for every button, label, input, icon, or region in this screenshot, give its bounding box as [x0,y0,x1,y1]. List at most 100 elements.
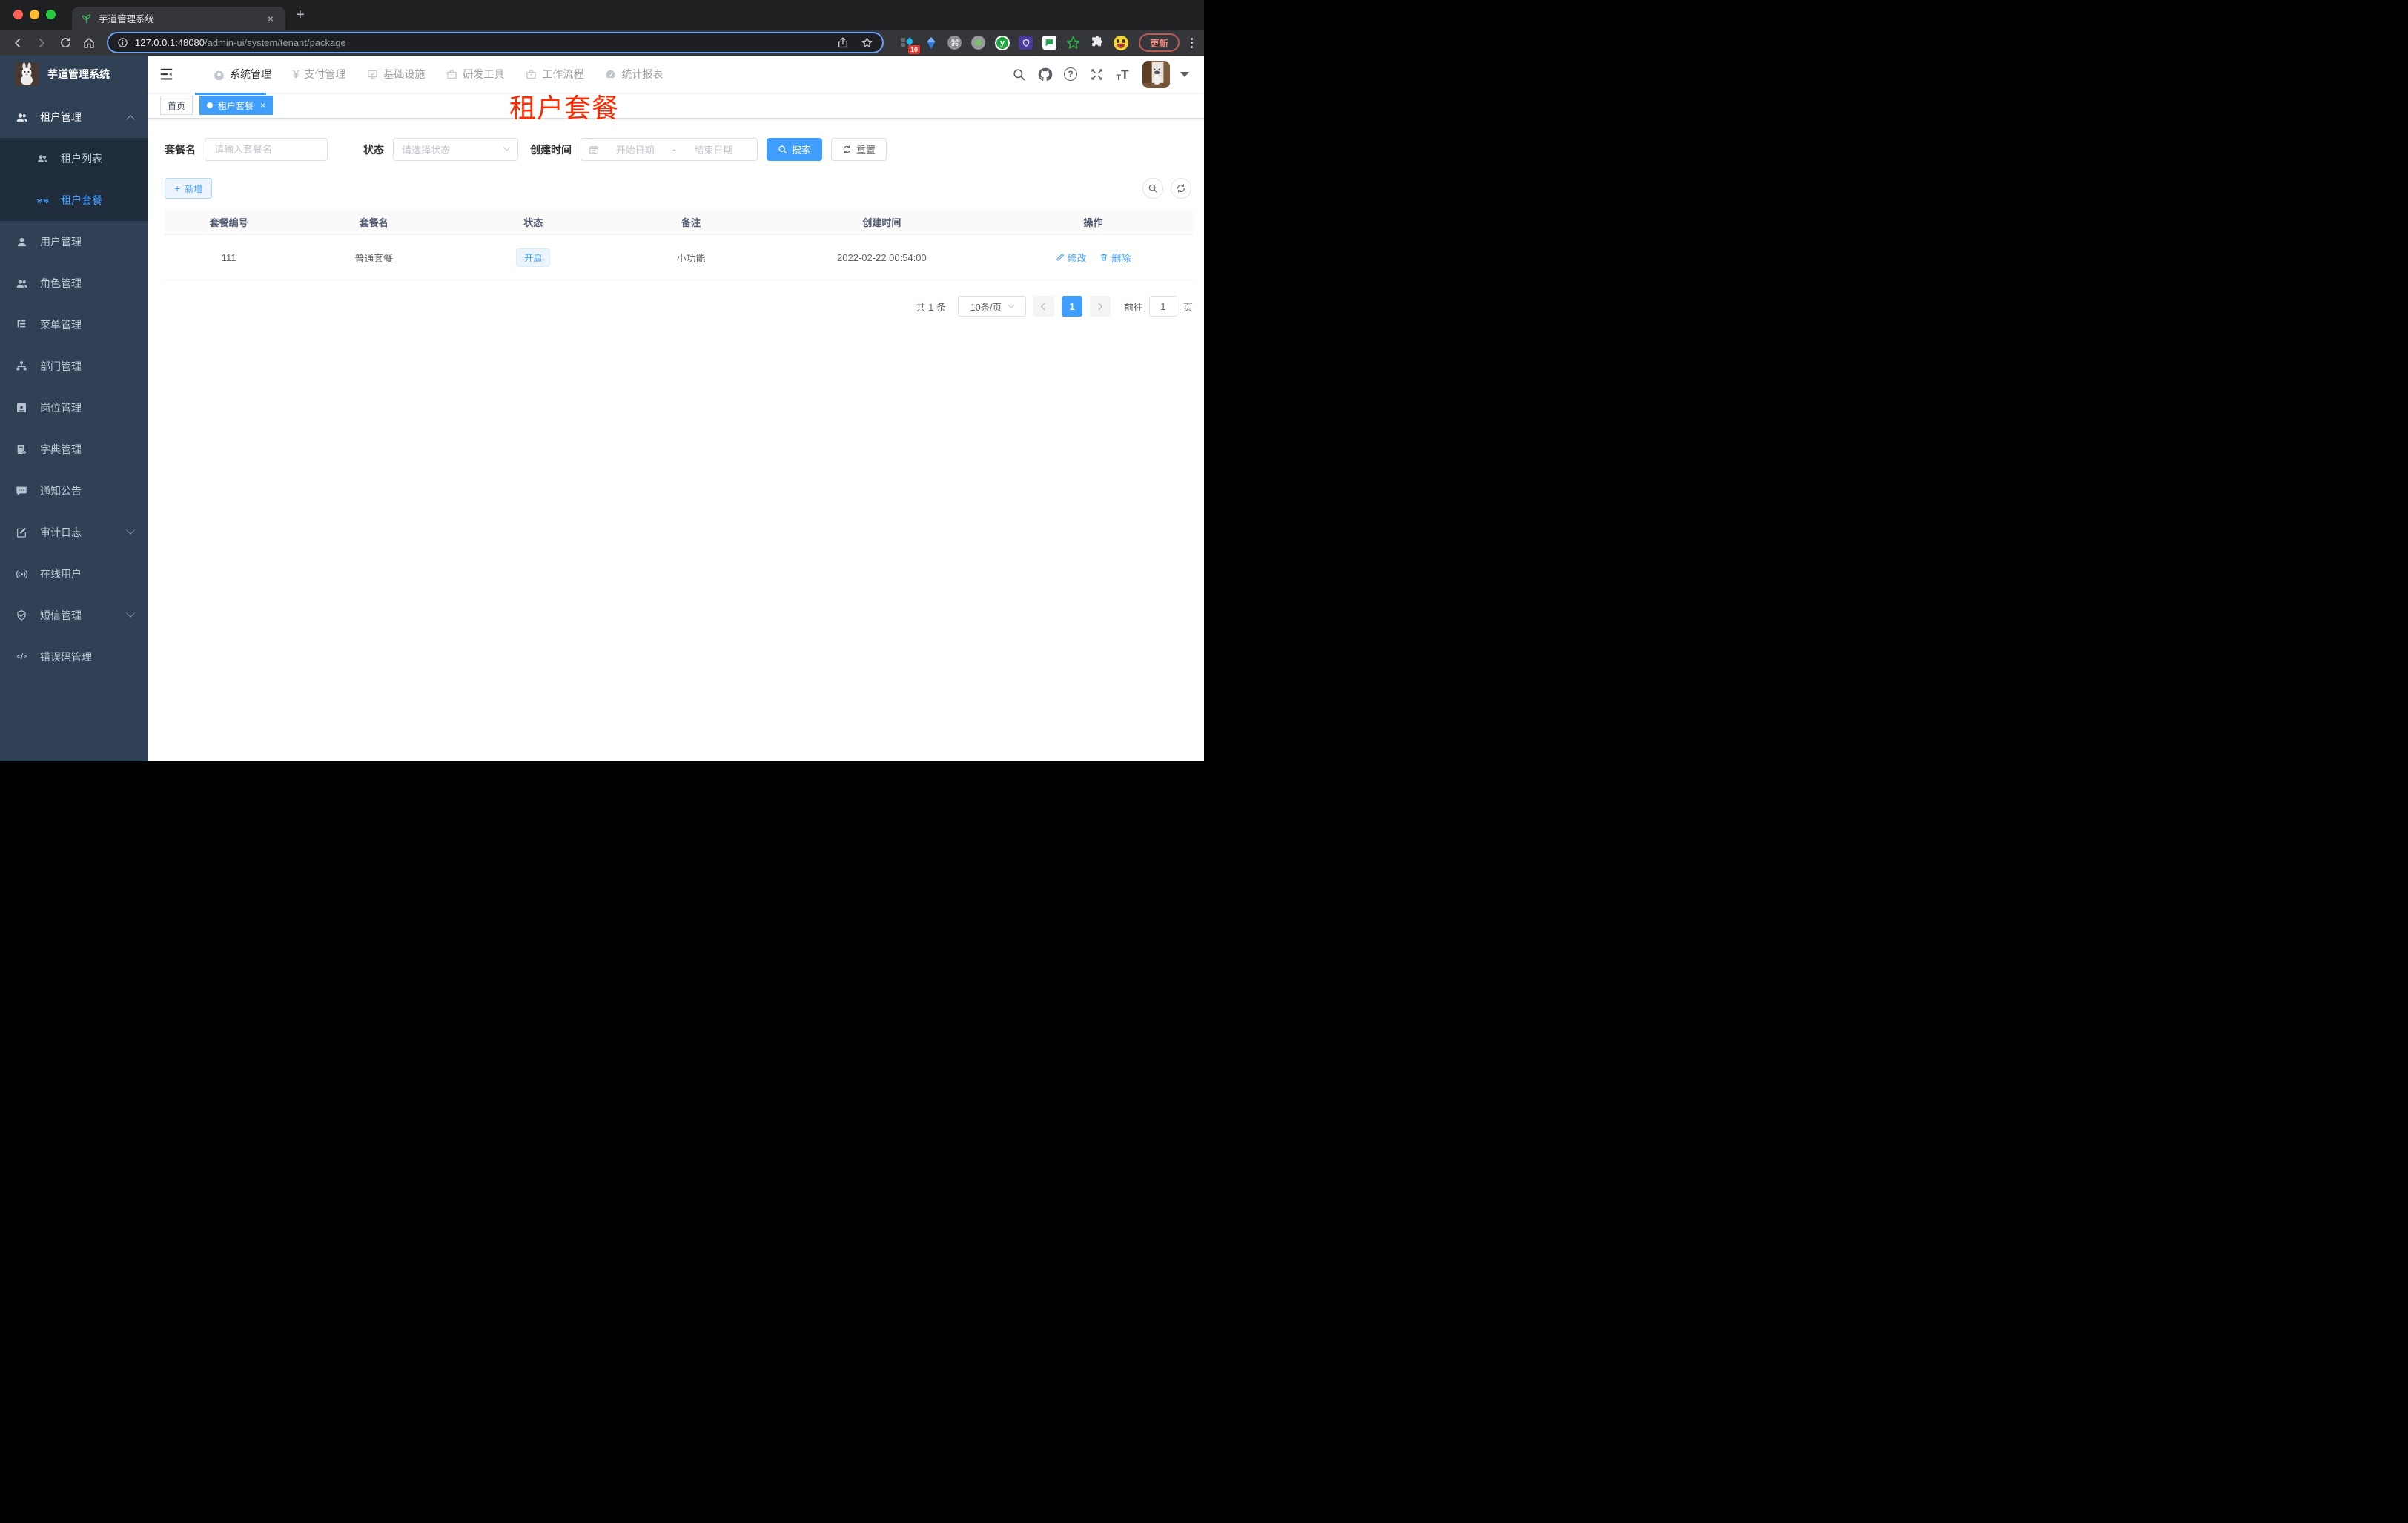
github-icon[interactable] [1036,66,1053,82]
app-title: 芋道管理系统 [47,68,110,80]
status-select[interactable]: 请选择状态 [393,138,518,161]
sidebar-item-user-management[interactable]: 用户管理 [0,221,148,262]
gem-extension-icon[interactable] [924,36,939,50]
col-status: 状态 [523,217,543,228]
current-page-button[interactable]: 1 [1061,296,1082,317]
package-name-input[interactable] [205,138,328,161]
broadcast-icon [15,567,28,581]
avatar-dropdown-caret[interactable] [1180,71,1189,77]
grey-dot-extension-icon[interactable] [971,36,986,50]
main-area: 系统管理 ¥ 支付管理 基础设施 研发工具 工作流程 统计报表 ? T T 首页… [148,56,1204,762]
avatar[interactable] [1142,60,1170,88]
sidebar-item-online-users[interactable]: 在线用户 [0,553,148,595]
page-content: 套餐名 状态 请选择状态 创建时间 [148,119,1204,317]
nav-statistics[interactable]: 统计报表 [605,67,663,82]
sidebar-logo-row[interactable]: 芋道管理系统 [0,56,148,93]
sidebar-item-department-management[interactable]: 部门管理 [0,346,148,387]
sidebar-item-menu-management[interactable]: 菜单管理 [0,304,148,346]
tag-tenant-package[interactable]: 租户套餐 × [199,96,274,115]
nav-payment-management[interactable]: ¥ 支付管理 [293,67,345,82]
purple-shield-extension-icon[interactable] [1019,36,1033,50]
add-button[interactable]: + 新增 [165,178,213,199]
search-icon[interactable] [1010,66,1027,82]
browser-tab[interactable]: 芋道管理系统 × [72,7,285,30]
hide-search-button[interactable] [1142,178,1163,199]
window-controls [13,10,56,19]
reset-button[interactable]: 重置 [831,138,887,161]
org-chart-icon [15,360,28,373]
header-right: ? TT [1001,60,1204,88]
refresh-table-button[interactable] [1171,178,1191,199]
reload-button[interactable] [55,33,76,53]
table-header-row: 套餐编号 套餐名 状态 备注 创建时间 操作 [165,210,1193,235]
new-tab-button[interactable]: + [296,7,305,22]
url-bar[interactable]: 127.0.0.1:48080/admin-ui/system/tenant/p… [107,32,884,53]
nav-dev-tools[interactable]: 研发工具 [446,67,504,82]
emoji-extension-icon[interactable] [1113,35,1128,50]
add-button-label: 新增 [185,183,203,194]
tenant-submenu: 租户列表 租户套餐 [0,138,148,221]
edit-link[interactable]: 修改 [1056,251,1087,265]
sidebar-item-dict-management[interactable]: 字典管理 [0,429,148,470]
prev-page-button[interactable] [1033,296,1054,317]
back-button[interactable] [7,33,28,53]
extensions-cluster: 10 ⌘ y [900,35,1128,54]
bookmark-star-icon[interactable] [861,36,873,49]
users-icon [36,152,49,165]
puzzle-extension-icon[interactable] [1090,36,1105,50]
delete-label: 删除 [1111,252,1131,264]
command-extension-icon[interactable]: ⌘ [947,36,962,50]
nav-label: 研发工具 [463,68,505,80]
nav-system-management[interactable]: 系统管理 [214,67,271,82]
blue-diamond-extension-icon[interactable]: 10 [900,36,920,54]
site-info-icon[interactable] [117,37,128,48]
sidebar-item-sms-management[interactable]: 短信管理 [0,595,148,636]
chevron-down-icon [126,609,135,618]
tag-close-icon[interactable]: × [260,100,265,110]
goto-label: 前往 [1123,301,1143,313]
sidebar-item-error-code[interactable]: </> 错误码管理 [0,636,148,678]
minimize-window-button[interactable] [30,10,39,19]
goto-page-input[interactable] [1148,296,1177,317]
goto-page: 前往 页 [1124,296,1193,317]
tag-label: 首页 [168,100,186,111]
close-window-button[interactable] [13,10,23,19]
tab-close-icon[interactable]: × [265,13,277,24]
share-icon[interactable] [837,36,849,49]
sidebar-item-label: 菜单管理 [40,319,82,331]
sidebar-item-tenant-list[interactable]: 租户列表 [0,138,148,179]
text-size-icon[interactable]: TT [1114,66,1131,82]
green-y-extension-icon[interactable]: y [994,35,1010,50]
sidebar-item-tenant-management[interactable]: 租户管理 [0,96,148,138]
page-unit-label: 页 [1182,301,1193,313]
home-button[interactable] [79,33,99,53]
chrome-menu-icon[interactable] [1187,37,1197,48]
chrome-update-button[interactable]: 更新 [1138,33,1180,52]
nav-infrastructure[interactable]: 基础设施 [367,67,425,82]
sidebar-item-post-management[interactable]: 岗位管理 [0,387,148,429]
sidebar-item-label: 短信管理 [40,609,82,621]
collapse-sidebar-icon[interactable] [148,68,185,81]
zoom-window-button[interactable] [46,10,56,19]
green-star-extension-icon[interactable] [1066,36,1081,50]
delete-link[interactable]: 删除 [1099,251,1131,265]
date-range-picker[interactable]: 开始日期 - 结束日期 [580,138,758,161]
sidebar-item-notice[interactable]: 通知公告 [0,470,148,512]
status-badge: 开启 [516,248,551,267]
nav-workflow[interactable]: 工作流程 [526,67,583,82]
green-chat-extension-icon[interactable] [1042,36,1057,50]
cell-create-time: 2022-02-22 00:54:00 [837,251,927,263]
next-page-button[interactable] [1089,296,1111,317]
sidebar-item-tenant-package[interactable]: 租户套餐 [0,179,148,221]
sidebar-item-role-management[interactable]: 角色管理 [0,262,148,304]
table-row: 111 普通套餐 开启 小功能 2022-02-22 00:54:00 修改 删… [165,235,1193,280]
nav-label: 支付管理 [304,68,346,80]
search-button[interactable]: 搜索 [767,138,823,161]
fullscreen-icon[interactable] [1088,66,1105,82]
page-size-select[interactable]: 10条/页 [957,296,1026,317]
yen-icon: ¥ [293,67,300,81]
help-icon[interactable]: ? [1062,66,1079,82]
tag-home[interactable]: 首页 [160,96,194,115]
sidebar-item-audit-log[interactable]: 审计日志 [0,512,148,553]
forward-button[interactable] [31,33,52,53]
